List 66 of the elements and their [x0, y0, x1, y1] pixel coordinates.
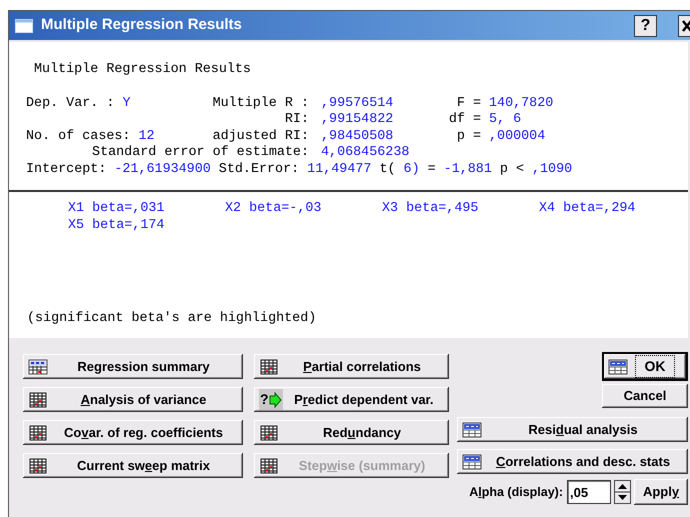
beta-value: X4 beta=,294	[539, 200, 636, 217]
stat-label: p <	[500, 162, 524, 178]
grid-icon	[28, 392, 48, 408]
beta-value: X1 beta=,031	[68, 200, 166, 217]
window-icon	[15, 18, 33, 32]
alpha-field[interactable]: ,05	[567, 480, 611, 504]
stat-label: df =	[448, 112, 481, 127]
beta-value: X5 beta=,174	[68, 217, 166, 234]
action-button[interactable]: Regression summary	[23, 354, 243, 379]
stat-value: 4,068456238	[321, 145, 410, 160]
stat-label: F =	[456, 96, 481, 110]
action-button[interactable]: Residual analysis	[457, 417, 688, 442]
grid-icon	[28, 458, 48, 474]
action-button[interactable]: Correlations and desc. stats	[457, 449, 688, 474]
action-button[interactable]: ? Predict dependent var.	[254, 387, 449, 412]
stat-label: RI:	[284, 112, 309, 127]
table-icon	[462, 422, 482, 438]
cancel-button[interactable]: Cancel	[602, 384, 688, 408]
stat-label: =	[428, 162, 436, 178]
grid-icon	[259, 424, 279, 440]
ok-button[interactable]: OK	[602, 352, 688, 381]
apply-button[interactable]: Apply	[634, 479, 688, 505]
stat-value: ,000004	[489, 128, 546, 144]
stat-label: adjusted RI:	[212, 128, 309, 144]
stat-value: ,99576514	[321, 96, 394, 110]
close-icon[interactable]	[678, 14, 690, 36]
action-button[interactable]: Analysis of variance	[23, 387, 243, 412]
stat-value: 12	[138, 128, 155, 144]
grid-icon	[259, 458, 279, 474]
help-button[interactable]: ?	[634, 14, 657, 36]
table-icon	[462, 454, 482, 470]
stat-label: Multiple R :	[212, 96, 309, 110]
beta-value: X3 beta=,495	[382, 200, 480, 217]
action-button[interactable]: Redundancy	[254, 420, 449, 445]
beta-note: (significant beta's are highlighted)	[27, 310, 316, 327]
stat-label: Dep. Var. :	[26, 96, 114, 110]
stat-value: -1,881	[444, 162, 492, 178]
grid-icon	[259, 358, 279, 374]
beta-value: X2 beta=-,03	[225, 200, 322, 217]
stat-value: 5, 6	[489, 112, 522, 127]
stat-value: ,99154822	[321, 112, 394, 127]
alpha-label: Alpha (display):	[469, 484, 563, 501]
question-mark: ?	[260, 390, 269, 409]
table-icon	[608, 358, 628, 374]
stat-value: 6)	[404, 162, 420, 178]
action-button[interactable]: Partial correlations	[254, 354, 449, 379]
stat-label: No. of cases:	[26, 128, 130, 144]
stat-label: Standard error of estimate:	[92, 145, 309, 160]
stat-value: ,1090	[532, 162, 572, 178]
results-heading: Multiple Regression Results	[34, 62, 252, 78]
summary-table-icon	[28, 358, 48, 374]
spinner-icon[interactable]	[614, 480, 631, 504]
window-title: Multiple Regression Results	[41, 15, 242, 36]
stat-value: 11,49477	[307, 162, 372, 178]
action-button[interactable]: Current sweep matrix	[23, 453, 243, 478]
stat-value: 140,7820	[489, 96, 554, 110]
grid-icon	[28, 424, 48, 440]
stat-label: t(	[379, 162, 396, 178]
arrow-icon	[268, 392, 282, 408]
stat-label: Intercept:	[26, 162, 106, 178]
stat-label: p =	[456, 128, 481, 144]
stat-label: Std.Error:	[218, 162, 300, 178]
stat-value: Y	[122, 96, 130, 110]
action-button[interactable]: Covar. of reg. coefficients	[23, 420, 243, 445]
stat-value: -21,61934900	[114, 162, 211, 178]
stat-value: ,98450508	[321, 128, 394, 144]
